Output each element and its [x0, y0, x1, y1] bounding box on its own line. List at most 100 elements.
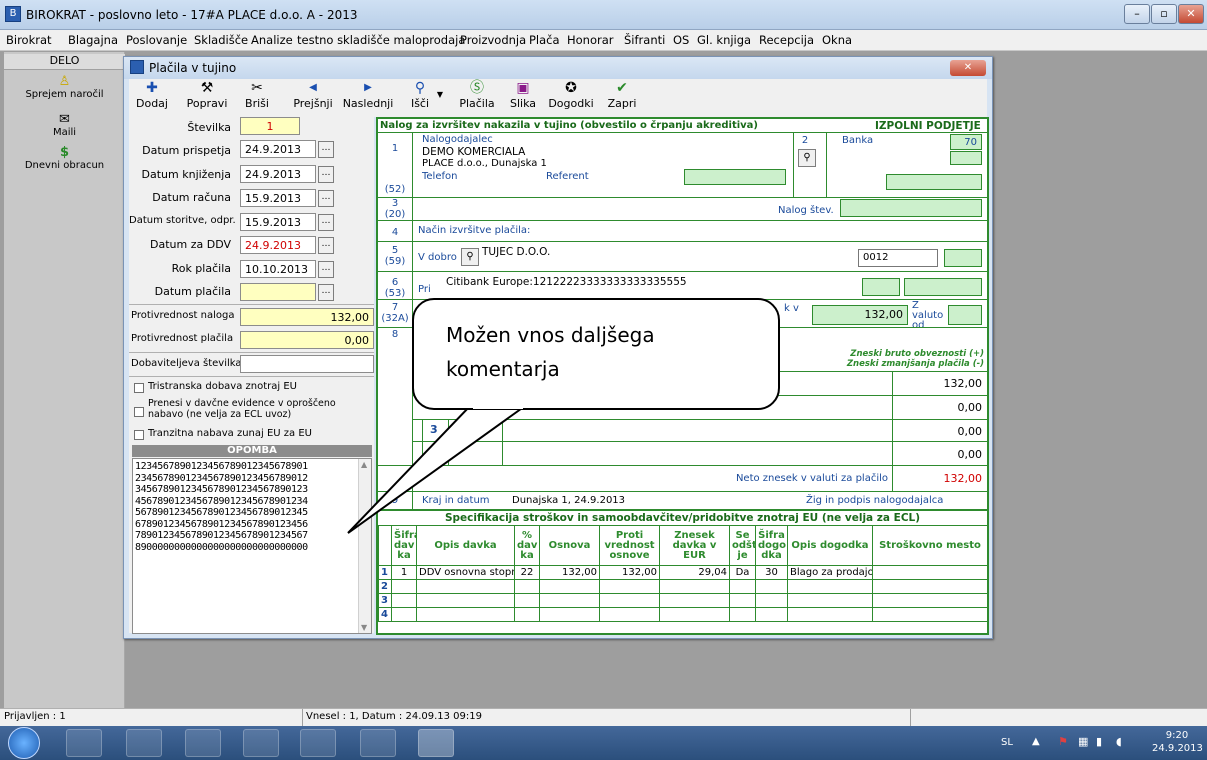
isci-dropdown[interactable]: ▼ — [433, 87, 447, 107]
datum-placila-picker[interactable]: … — [318, 284, 334, 301]
datum-prispetja-picker[interactable]: … — [318, 141, 334, 158]
lang-indicator[interactable]: SL — [1001, 737, 1013, 748]
opomba-textarea[interactable]: 1234567890123456789012345678901 23456789… — [132, 458, 372, 634]
table-cell[interactable] — [755, 579, 788, 594]
menu-recepcija[interactable]: Recepcija — [759, 33, 814, 47]
tray-arrow-icon[interactable]: ▲ — [1032, 736, 1040, 747]
table-row[interactable]: 2 — [378, 579, 988, 594]
table-cell[interactable] — [787, 607, 873, 622]
table-cell[interactable] — [787, 593, 873, 608]
table-cell[interactable]: 1 — [391, 565, 417, 580]
table-cell[interactable] — [391, 579, 417, 594]
slika-button[interactable]: ▣ Slika — [507, 79, 539, 117]
pri-field-2[interactable] — [904, 278, 982, 296]
table-cell[interactable] — [599, 607, 660, 622]
sidebar-item-maili[interactable]: ✉ Maili — [4, 112, 125, 138]
flag-icon[interactable]: ⚑ — [1058, 735, 1068, 748]
app-check-icon[interactable] — [243, 729, 279, 757]
table-cell[interactable]: 132,00 — [539, 565, 600, 580]
table-cell[interactable] — [514, 607, 540, 622]
table-cell[interactable]: 22 — [514, 565, 540, 580]
table-cell[interactable] — [659, 579, 730, 594]
paint-icon[interactable] — [185, 729, 221, 757]
outlook-icon[interactable] — [66, 729, 102, 757]
popravi-button[interactable]: ⚒ Popravi — [184, 79, 230, 117]
clock-time[interactable]: 9:20 — [1152, 730, 1202, 741]
menu-birokrat[interactable]: Birokrat — [6, 33, 52, 47]
table-cell[interactable] — [872, 593, 988, 608]
rok-placila-picker[interactable]: … — [318, 261, 334, 278]
datum-storitve-picker[interactable]: … — [318, 214, 334, 231]
table-cell[interactable] — [539, 579, 600, 594]
explorer-icon[interactable] — [360, 729, 396, 757]
menu-honorar[interactable]: Honorar — [567, 33, 614, 47]
amount-4[interactable]: 0,00 — [898, 448, 983, 461]
table-cell[interactable]: Blago za prodajo — [787, 565, 873, 580]
datum-storitve-field[interactable]: 15.9.2013 — [240, 213, 316, 231]
table-cell[interactable] — [755, 593, 788, 608]
table-cell[interactable] — [729, 593, 756, 608]
table-cell[interactable] — [755, 607, 788, 622]
vdobro-search-button[interactable]: ⚲ — [461, 248, 479, 266]
table-cell[interactable] — [514, 593, 540, 608]
table-cell[interactable] — [659, 607, 730, 622]
vdobro-extra-field[interactable] — [944, 249, 982, 267]
table-cell[interactable]: 30 — [755, 565, 788, 580]
minimize-button[interactable]: – — [1124, 4, 1150, 24]
table-cell[interactable]: DDV osnovna stopr — [416, 565, 515, 580]
datum-knjizenja-picker[interactable]: … — [318, 166, 334, 183]
menu-os[interactable]: OS — [673, 33, 689, 47]
table-cell[interactable] — [416, 579, 515, 594]
signal-icon[interactable]: ▮ — [1096, 735, 1102, 748]
zvaluto-field[interactable] — [948, 305, 982, 325]
banka-detail-field[interactable] — [886, 174, 982, 190]
amount-3[interactable]: 0,00 — [898, 425, 983, 438]
table-cell[interactable]: 132,00 — [599, 565, 660, 580]
birokrat-taskbar-icon[interactable] — [418, 729, 454, 757]
maximize-button[interactable]: ▫ — [1151, 4, 1177, 24]
menu-placa[interactable]: Plača — [529, 33, 560, 47]
prejsnji-button[interactable]: ◀ Prejšnji — [289, 79, 337, 117]
table-cell[interactable] — [514, 579, 540, 594]
table-cell[interactable] — [872, 565, 988, 580]
table-cell[interactable] — [416, 607, 515, 622]
stevilka-field[interactable]: 1 — [240, 117, 300, 135]
table-cell[interactable]: 29,04 — [659, 565, 730, 580]
banka-search-button[interactable]: ⚲ — [798, 149, 816, 167]
table-cell[interactable] — [539, 607, 600, 622]
sidebar-item-dnevni-obracun[interactable]: $ Dnevni obracun — [4, 145, 125, 171]
menu-analize[interactable]: Analize — [251, 33, 293, 47]
banka-field[interactable]: 70 — [950, 134, 982, 150]
table-cell[interactable] — [872, 579, 988, 594]
nalog-stev-field[interactable] — [840, 199, 982, 217]
table-row[interactable]: 1 1 DDV osnovna stopr 22 132,00 132,00 2… — [378, 565, 988, 580]
menu-okna[interactable]: Okna — [822, 33, 852, 47]
table-cell[interactable] — [599, 579, 660, 594]
table-cell[interactable] — [416, 593, 515, 608]
table-cell[interactable] — [659, 593, 730, 608]
datum-racuna-picker[interactable]: … — [318, 190, 334, 207]
amount-1[interactable]: 132,00 — [898, 377, 983, 390]
tranzitna-checkbox[interactable] — [134, 430, 144, 440]
datum-racuna-field[interactable]: 15.9.2013 — [240, 189, 316, 207]
table-cell[interactable] — [729, 579, 756, 594]
dogodki-button[interactable]: ✪ Dogodki — [547, 79, 595, 117]
menu-poslovanje[interactable]: Poslovanje — [126, 33, 187, 47]
clock-date[interactable]: 24.9.2013 — [1152, 743, 1203, 754]
pri-field-1[interactable] — [862, 278, 900, 296]
prenesi-checkbox[interactable] — [134, 407, 144, 417]
menu-testno-skladisce[interactable]: testno skladišče maloprodaja — [297, 33, 465, 47]
tristranska-checkbox[interactable] — [134, 383, 144, 393]
vdobro-code-field[interactable]: 0012 — [858, 249, 938, 267]
volume-icon[interactable]: ◖ — [1116, 735, 1122, 748]
table-cell[interactable] — [787, 579, 873, 594]
network-icon[interactable]: ▦ — [1078, 735, 1088, 748]
table-cell[interactable] — [729, 607, 756, 622]
menu-gl-knjiga[interactable]: Gl. knjiga — [697, 33, 751, 47]
start-button[interactable] — [8, 727, 40, 759]
amount-2[interactable]: 0,00 — [898, 401, 983, 414]
protivrednost-naloga-field[interactable]: 132,00 — [240, 308, 374, 326]
table-cell[interactable] — [391, 607, 417, 622]
table-row[interactable]: 3 — [378, 593, 988, 608]
protivrednost-placila-field[interactable]: 0,00 — [240, 331, 374, 349]
